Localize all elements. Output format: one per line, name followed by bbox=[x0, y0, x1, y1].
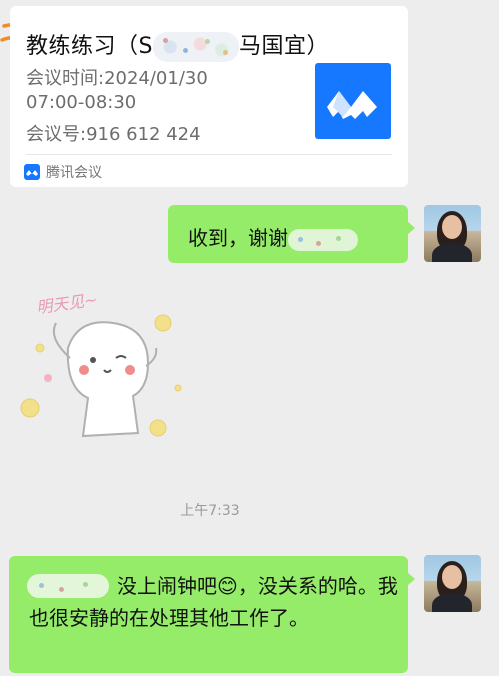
message-text: 没上闹钟吧😊，没关系的哈。我也很安静的在处理其他工作了。 bbox=[29, 574, 398, 630]
message-bubble-outgoing[interactable]: 收到，谢谢 bbox=[168, 205, 415, 263]
meeting-title: 教练练习（S 马国宜） bbox=[26, 28, 329, 62]
tencent-meeting-logo-icon bbox=[315, 63, 391, 139]
redacted-name bbox=[152, 32, 239, 62]
sticker-image[interactable] bbox=[8, 278, 198, 448]
message-bubble-outgoing[interactable]: 没上闹钟吧😊，没关系的哈。我也很安静的在处理其他工作了。 bbox=[9, 556, 415, 673]
message-text: 收到，谢谢 bbox=[188, 222, 358, 251]
meeting-id: 会议号:916 612 424 bbox=[26, 124, 201, 145]
timestamp: 上午7:33 bbox=[180, 503, 240, 519]
avatar[interactable] bbox=[424, 205, 481, 262]
meeting-card[interactable]: 教练练习（S 马国宜） 会议时间:2024/01/30 07:00-08:30 … bbox=[10, 6, 408, 187]
app-name: 腾讯会议 bbox=[46, 165, 102, 181]
card-footer: 腾讯会议 bbox=[24, 162, 102, 182]
card-divider bbox=[26, 154, 392, 155]
meeting-time: 会议时间:2024/01/30 bbox=[26, 68, 208, 89]
meeting-time-range: 07:00-08:30 bbox=[26, 92, 137, 113]
tencent-meeting-small-icon bbox=[24, 164, 40, 180]
redacted-name bbox=[288, 228, 358, 251]
avatar[interactable] bbox=[424, 555, 481, 612]
